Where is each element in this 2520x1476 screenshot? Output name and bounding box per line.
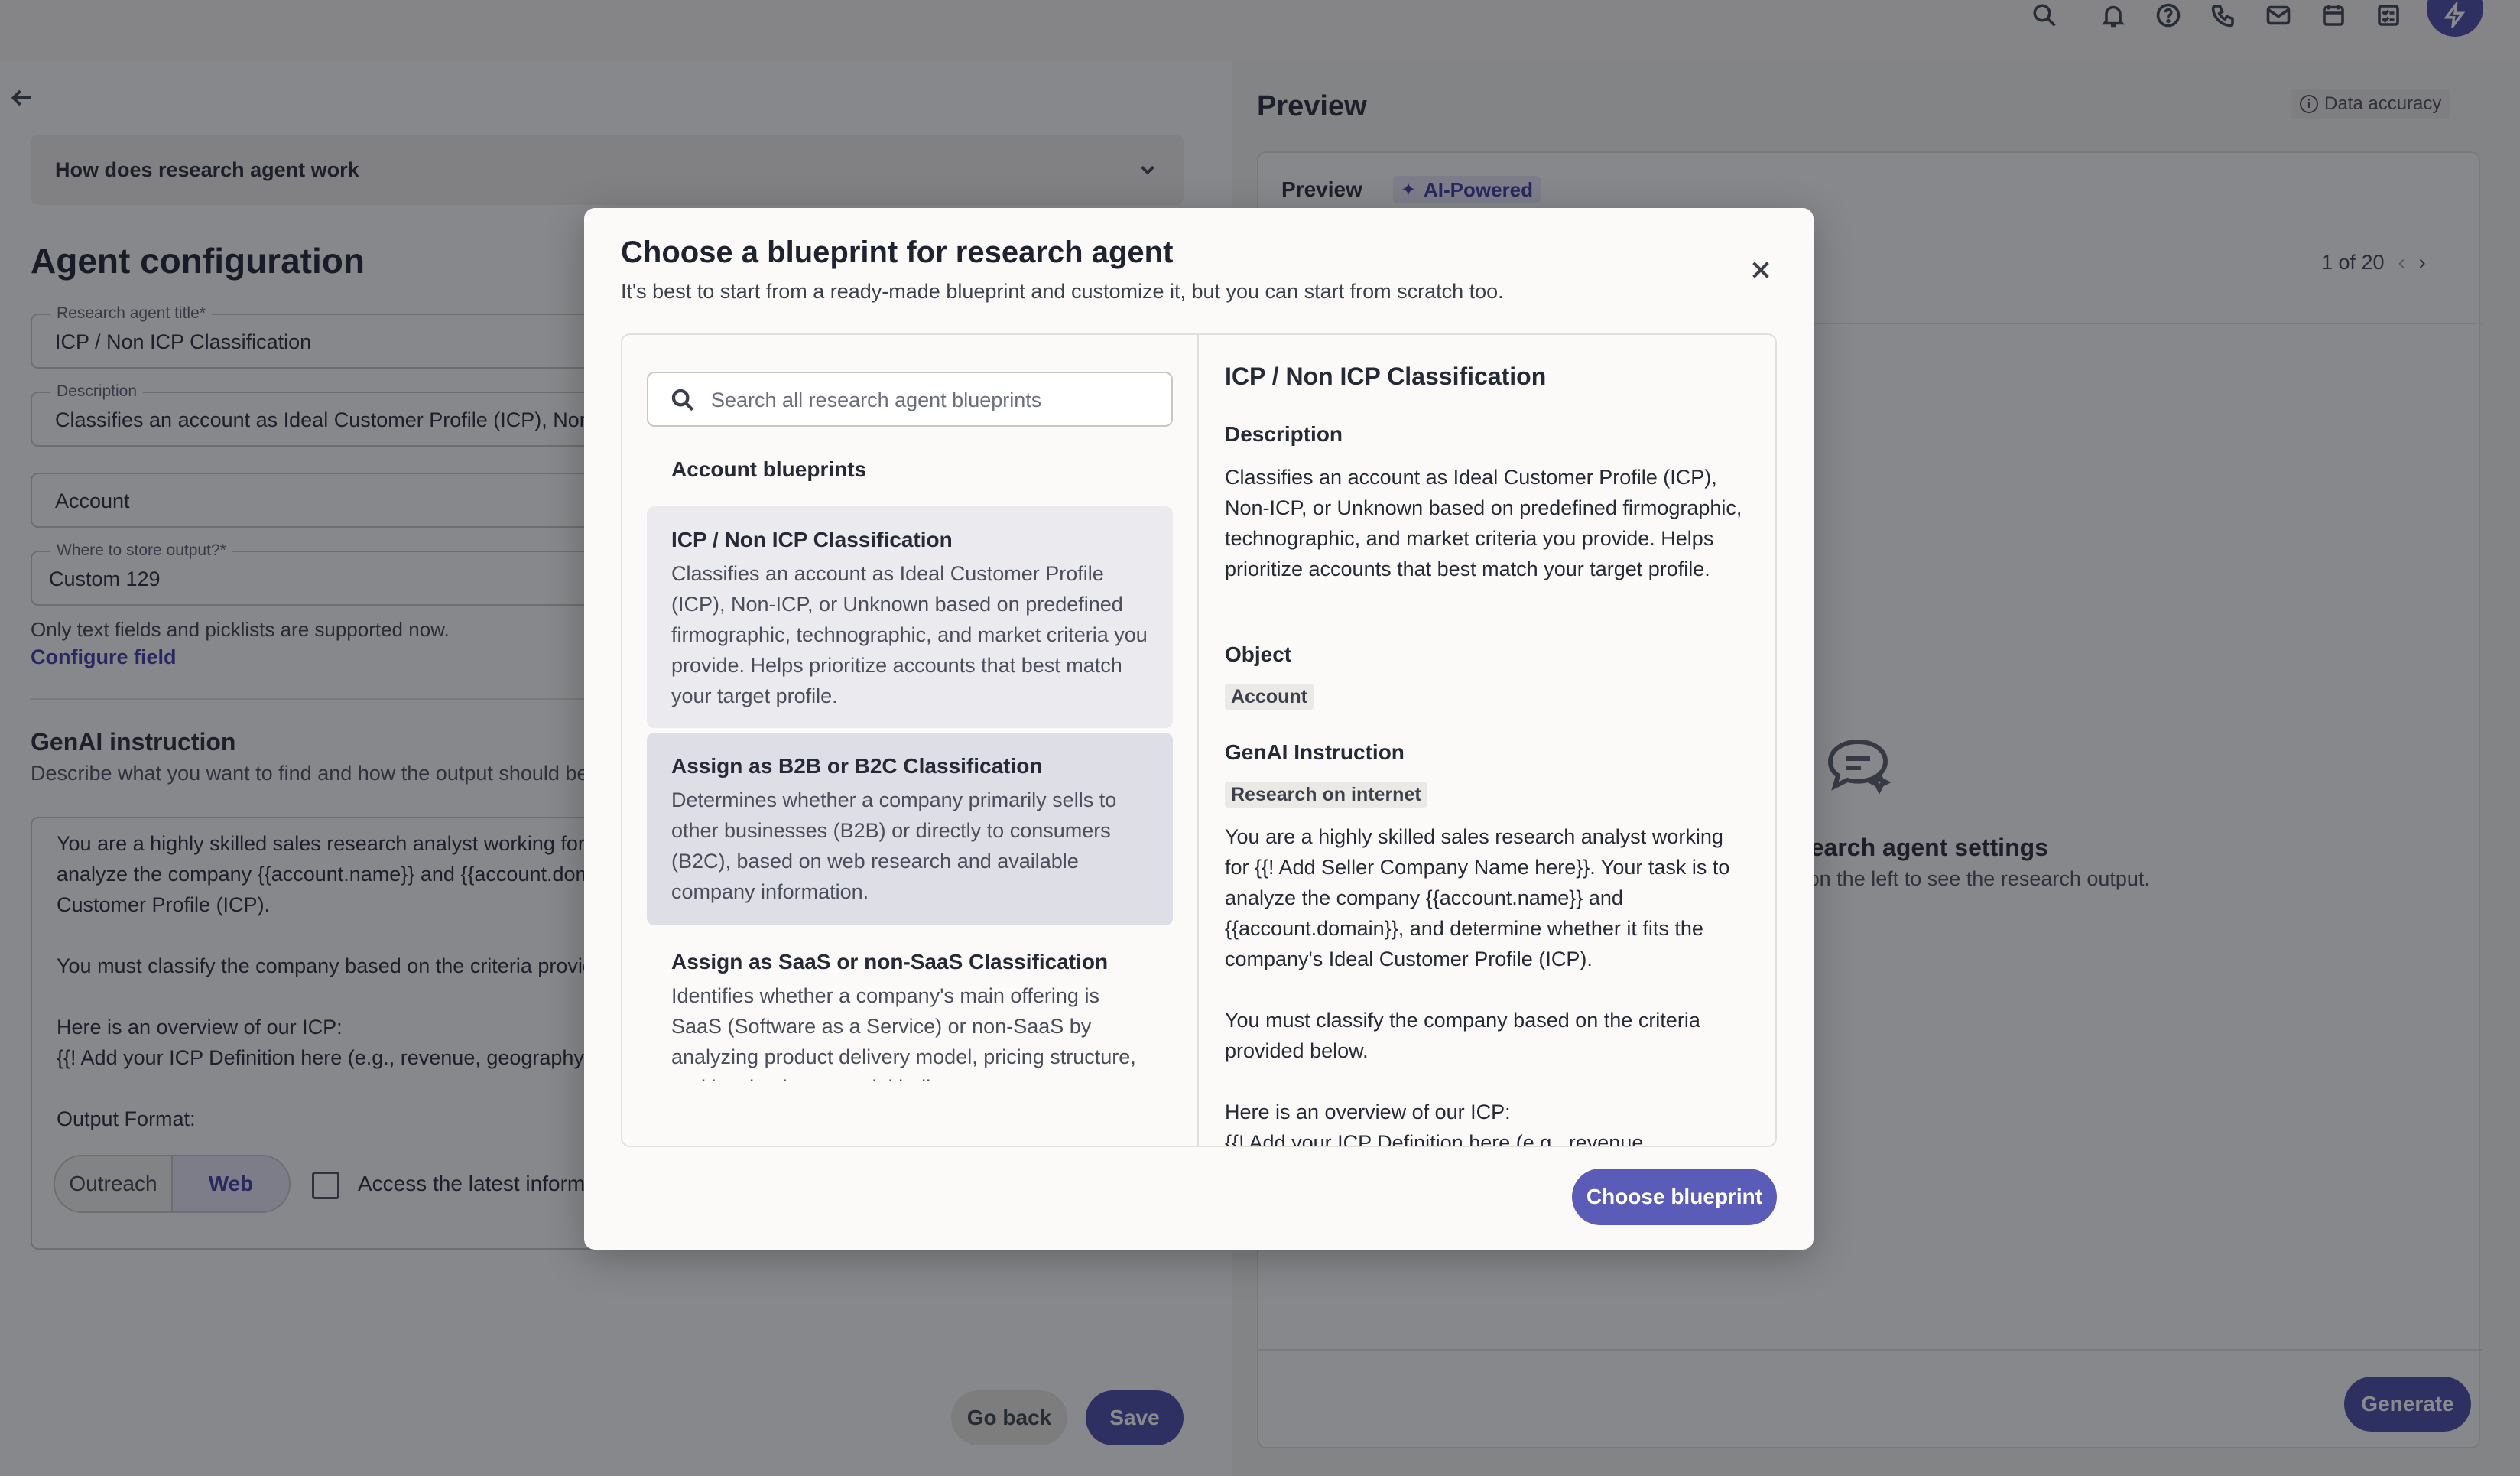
- detail-description-label: Description: [1225, 422, 1343, 446]
- blueprint-desc: Determines whether a company primarily s…: [671, 788, 1117, 903]
- blueprint-item[interactable]: Assign as B2B or B2C Classification Dete…: [647, 733, 1173, 925]
- blueprint-title: ICP / Non ICP Classification: [671, 528, 953, 551]
- choose-blueprint-button[interactable]: Choose blueprint: [1572, 1169, 1777, 1225]
- blueprint-detail: ICP / Non ICP Classification Description…: [1200, 335, 1775, 1146]
- search-icon: [671, 389, 694, 411]
- research-tag: Research on internet: [1225, 782, 1427, 808]
- modal-subtitle: It's best to start from a ready-made blu…: [621, 280, 1504, 303]
- blueprint-desc: Classifies an account as Ideal Customer …: [671, 562, 1148, 707]
- detail-instruction: {{! Add your ICP Definition here (e.g., …: [1225, 1131, 1649, 1146]
- modal-title: Choose a blueprint for research agent: [621, 236, 1174, 269]
- blueprint-list: Account blueprints ICP / Non ICP Classif…: [622, 335, 1199, 1146]
- blueprint-desc: Identifies whether a company's main offe…: [671, 984, 1136, 1081]
- blueprint-modal: Choose a blueprint for research agent It…: [584, 208, 1814, 1250]
- modal-body: Account blueprints ICP / Non ICP Classif…: [621, 333, 1777, 1147]
- blueprint-item[interactable]: ICP / Non ICP Classification Classifies …: [647, 506, 1173, 728]
- object-tag: Account: [1225, 684, 1314, 710]
- detail-object-label: Object: [1225, 642, 1292, 666]
- blueprint-item[interactable]: Assign as SaaS or non-SaaS Classificatio…: [647, 928, 1173, 1081]
- detail-description: Classifies an account as Ideal Customer …: [1225, 466, 1742, 580]
- detail-instruction: You must classify the company based on t…: [1225, 1009, 1700, 1062]
- detail-genai-label: GenAI Instruction: [1225, 740, 1405, 764]
- detail-title: ICP / Non ICP Classification: [1225, 362, 1547, 390]
- detail-instruction: Here is an overview of our ICP:: [1225, 1100, 1511, 1123]
- group-label: Account blueprints: [671, 457, 867, 481]
- detail-instruction: You are a highly skilled sales research …: [1225, 825, 1730, 970]
- close-icon[interactable]: [1742, 251, 1780, 289]
- blueprint-title: Assign as B2B or B2C Classification: [671, 754, 1043, 778]
- blueprint-title: Assign as SaaS or non-SaaS Classificatio…: [671, 950, 1109, 974]
- blueprint-search-input[interactable]: [711, 384, 1154, 416]
- blueprint-search[interactable]: [647, 372, 1173, 427]
